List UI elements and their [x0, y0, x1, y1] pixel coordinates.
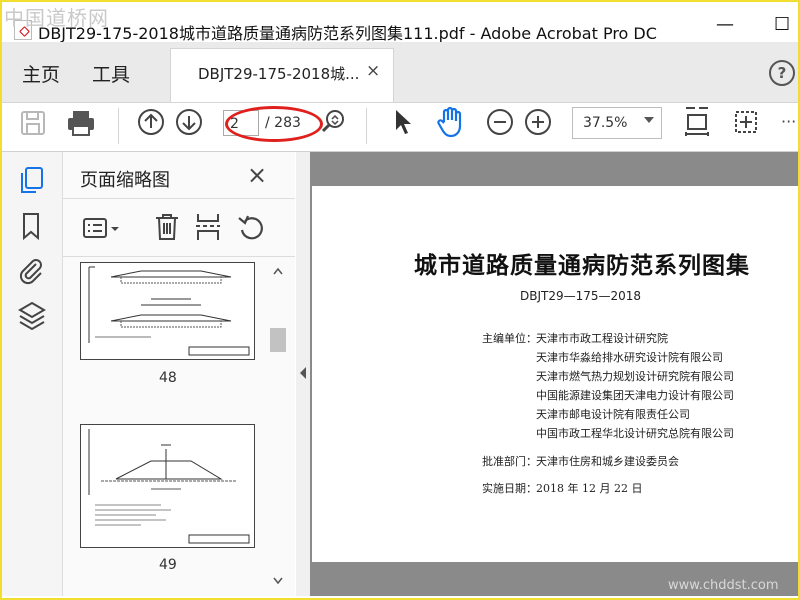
toolbar-separator	[366, 108, 367, 144]
full-screen-icon[interactable]	[732, 108, 760, 136]
more-tools-icon[interactable]: ···	[781, 112, 796, 131]
panel-divider	[63, 198, 295, 199]
page-thumbnail[interactable]	[80, 262, 255, 360]
page-thumbnail[interactable]	[80, 424, 255, 548]
document-title: 城市道路质量通病防范系列图集	[414, 252, 750, 279]
previous-page-icon[interactable]	[137, 108, 165, 136]
approval-label: 批准部门：	[482, 455, 537, 468]
panel-close-icon[interactable]: ×	[247, 161, 267, 189]
panel-title: 页面缩略图	[80, 170, 170, 191]
collapse-arrow-icon[interactable]	[298, 366, 308, 380]
thumbnail-scrollbar[interactable]	[268, 262, 288, 592]
editor-unit: 天津市邮电设计院有限责任公司	[536, 408, 690, 421]
zoom-value: 37.5%	[583, 115, 628, 131]
site-watermark: 中国道桥网	[4, 6, 109, 30]
thumbnail-page-number: 49	[159, 557, 177, 573]
tab-close-icon[interactable]: ×	[366, 61, 380, 81]
next-page-icon[interactable]	[175, 108, 203, 136]
editor-unit: 中国市政工程华北设计研究总院有限公司	[536, 427, 734, 440]
footer-watermark: www.chddst.com	[668, 578, 779, 593]
delete-page-icon[interactable]	[153, 212, 181, 242]
date-label: 实施日期：	[482, 482, 537, 495]
red-circle-annotation	[225, 106, 323, 142]
scroll-down-icon[interactable]	[272, 576, 284, 586]
help-icon[interactable]: ?	[769, 60, 795, 86]
effective-date: 2018 年 12 月 22 日	[536, 482, 643, 495]
editor-label: 主编单位：	[482, 332, 537, 345]
chevron-down-icon[interactable]	[644, 117, 654, 123]
thumbnail-drawing	[88, 429, 250, 544]
maximize-button[interactable]: ☐	[774, 14, 790, 35]
editor-unit: 天津市燃气热力规划设计研究院有限公司	[536, 370, 734, 383]
thumbnail-page-number: 48	[159, 370, 177, 386]
editor-unit: 天津市市政工程设计研究院	[536, 332, 668, 345]
panel-divider	[63, 256, 295, 257]
zoom-out-icon[interactable]	[486, 108, 514, 136]
thumbnail-drawing	[88, 266, 250, 356]
save-icon[interactable]	[20, 110, 46, 136]
window-title: DBJT29-175-2018城市道路质量通病防范系列图集111.pdf - A…	[38, 24, 657, 43]
approval-department: 天津市住房和城乡建设委员会	[536, 455, 679, 468]
fit-page-icon[interactable]	[683, 106, 711, 138]
select-arrow-icon[interactable]	[393, 108, 415, 136]
toolbar-separator	[118, 108, 119, 144]
hand-tool-icon[interactable]	[436, 106, 466, 138]
rotate-page-icon[interactable]	[236, 213, 266, 241]
menu-home[interactable]: 主页	[22, 60, 60, 87]
zoom-search-icon[interactable]	[320, 108, 348, 136]
page-thumbnails-icon[interactable]	[18, 166, 46, 196]
editor-unit: 中国能源建设集团天津电力设计有限公司	[536, 389, 734, 402]
scroll-up-icon[interactable]	[272, 266, 284, 276]
scrollbar-thumb[interactable]	[270, 328, 286, 352]
thumbnail-options-icon[interactable]	[82, 214, 122, 242]
layers-icon[interactable]	[17, 300, 47, 332]
bookmark-icon[interactable]	[20, 212, 44, 242]
zoom-in-icon[interactable]	[524, 108, 552, 136]
document-tab-label: DBJT29-175-2018城...	[198, 65, 360, 83]
document-code: DBJT29—175—2018	[520, 289, 642, 303]
attachment-icon[interactable]	[18, 256, 46, 286]
print-icon[interactable]	[66, 109, 96, 137]
editor-unit: 天津市华淼给排水研究设计院有限公司	[536, 351, 723, 364]
split-page-icon[interactable]	[194, 212, 222, 242]
menu-tools[interactable]: 工具	[92, 60, 130, 87]
minimize-button[interactable]: —	[716, 14, 734, 35]
